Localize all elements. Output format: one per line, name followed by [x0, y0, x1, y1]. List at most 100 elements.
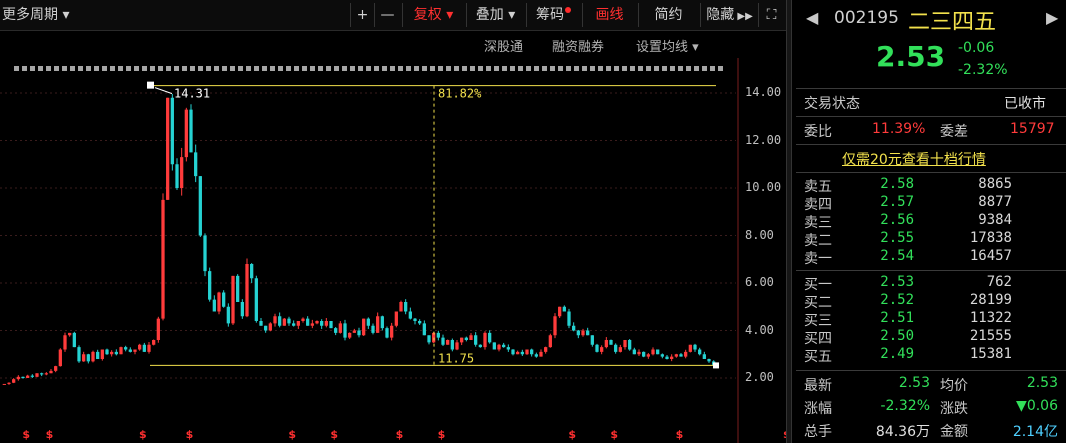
- candle-body: [660, 354, 664, 357]
- dividend-marker-icon[interactable]: $: [610, 428, 618, 441]
- period-dropdown[interactable]: 更多周期 ▾: [0, 3, 82, 27]
- ask-price[interactable]: 2.58: [854, 176, 914, 192]
- candle-body: [278, 316, 282, 326]
- overlay-dropdown[interactable]: 叠加 ▾: [466, 3, 524, 27]
- candle-body: [236, 275, 240, 302]
- candle-body: [460, 337, 464, 343]
- zoom-in-button[interactable]: +: [350, 3, 374, 27]
- dividend-marker-icon[interactable]: $: [186, 428, 194, 441]
- bid-price[interactable]: 2.49: [854, 346, 914, 362]
- legend-band-mark: [286, 66, 291, 71]
- bid-level-label: 买四: [804, 331, 832, 347]
- dividend-marker-icon[interactable]: $: [46, 428, 54, 441]
- panel-divider: [786, 0, 792, 443]
- diff-value: 15797: [1010, 121, 1055, 137]
- high-price-label: 14.31: [174, 87, 210, 101]
- dividend-marker-icon[interactable]: $: [676, 428, 684, 441]
- ask-price[interactable]: 2.57: [854, 194, 914, 210]
- dividend-marker-icon[interactable]: $: [22, 428, 30, 441]
- divider: [796, 144, 1066, 145]
- candle-body: [558, 306, 562, 317]
- candle-body: [497, 344, 501, 350]
- legend-band-mark: [566, 66, 571, 71]
- candle-body: [16, 376, 20, 380]
- legend-band-mark: [118, 66, 123, 71]
- kline-chart[interactable]: 14.3181.82%11.75$$$$$$$$$$$$$: [0, 58, 786, 443]
- y-tick-label: 6.00: [745, 275, 774, 289]
- legend-band-mark: [478, 66, 483, 71]
- candle-body: [30, 375, 34, 377]
- ask-price[interactable]: 2.55: [854, 230, 914, 246]
- dividend-marker-icon[interactable]: $: [438, 428, 446, 441]
- bid-volume: 15381: [969, 346, 1012, 362]
- chips-button[interactable]: 筹码: [526, 3, 580, 27]
- candle-body: [334, 328, 338, 333]
- bid-price[interactable]: 2.50: [854, 328, 914, 344]
- ask-price[interactable]: 2.56: [854, 212, 914, 228]
- ask-price[interactable]: 2.54: [854, 248, 914, 264]
- candle-body: [320, 321, 324, 326]
- candle-body: [674, 354, 678, 357]
- dividend-marker-icon[interactable]: $: [568, 428, 576, 441]
- candle-body: [329, 321, 333, 329]
- chart-toolbar: 更多周期 ▾ + — 复权 ▾ 叠加 ▾ 筹码 画线 简约 隐藏 ▶▶ ⛶: [0, 0, 786, 31]
- legend-band-mark: [174, 66, 179, 71]
- legend-band-mark: [134, 66, 139, 71]
- bid-volume: 762: [986, 274, 1012, 290]
- legend-band-mark: [62, 66, 67, 71]
- candle-body: [366, 318, 370, 326]
- next-stock-arrow-icon[interactable]: ▶: [1046, 8, 1058, 27]
- ma-settings-dropdown[interactable]: 设置均线 ▾: [636, 36, 699, 55]
- divider: [796, 370, 1066, 371]
- hk-connect-link[interactable]: 深股通: [484, 36, 523, 55]
- legend-band-mark: [110, 66, 115, 71]
- candle-body: [693, 344, 697, 350]
- candle-body: [422, 323, 426, 336]
- candle-body: [222, 292, 226, 307]
- restore-rights-dropdown[interactable]: 复权 ▾: [402, 3, 464, 27]
- bid-price[interactable]: 2.52: [854, 292, 914, 308]
- candle-body: [399, 302, 403, 312]
- legend-band-mark: [214, 66, 219, 71]
- candle-body: [576, 330, 580, 336]
- legend-band-mark: [102, 66, 107, 71]
- hide-button[interactable]: 隐藏 ▶▶: [700, 3, 758, 27]
- candle-body: [264, 325, 268, 331]
- candle-body: [394, 311, 398, 326]
- candle-body: [618, 347, 622, 352]
- dividend-marker-icon[interactable]: $: [288, 428, 296, 441]
- y-tick-label: 4.00: [745, 322, 774, 337]
- y-tick-label: 14.00: [745, 85, 782, 99]
- legend-band-mark: [414, 66, 419, 71]
- legend-band-mark: [342, 66, 347, 71]
- candle-body: [474, 335, 478, 345]
- bid-price[interactable]: 2.53: [854, 274, 914, 290]
- legend-band-mark: [646, 66, 651, 71]
- candle-body: [82, 354, 86, 362]
- status-label: 交易状态: [804, 96, 860, 112]
- ask-volume: 8877: [978, 194, 1012, 210]
- candle-body: [413, 318, 417, 321]
- chg-label: 涨跌: [940, 401, 968, 417]
- margin-trading-link[interactable]: 融资融券: [552, 36, 604, 55]
- candle-body: [362, 318, 366, 336]
- amount-label: 金额: [940, 424, 968, 440]
- candle-body: [273, 316, 277, 324]
- legend-band-mark: [598, 66, 603, 71]
- dividend-marker-icon[interactable]: $: [330, 428, 338, 441]
- dividend-marker-icon[interactable]: $: [396, 428, 404, 441]
- promo-link[interactable]: 仅需20元查看十档行情: [842, 149, 986, 169]
- bid-price[interactable]: 2.51: [854, 310, 914, 326]
- candle-body: [427, 335, 431, 343]
- zoom-out-button[interactable]: —: [374, 3, 400, 27]
- draw-line-button[interactable]: 画线: [582, 3, 636, 27]
- prev-stock-arrow-icon[interactable]: ◀: [806, 8, 818, 27]
- simple-mode-button[interactable]: 简约: [638, 3, 698, 27]
- price-change-pct: -2.32%: [958, 62, 1008, 78]
- candle-body: [609, 340, 613, 345]
- latest-label: 最新: [804, 378, 832, 394]
- legend-band-mark: [158, 66, 163, 71]
- expand-icon[interactable]: ⛶: [758, 3, 784, 27]
- dividend-marker-icon[interactable]: $: [139, 428, 147, 441]
- legend-band-mark: [126, 66, 131, 71]
